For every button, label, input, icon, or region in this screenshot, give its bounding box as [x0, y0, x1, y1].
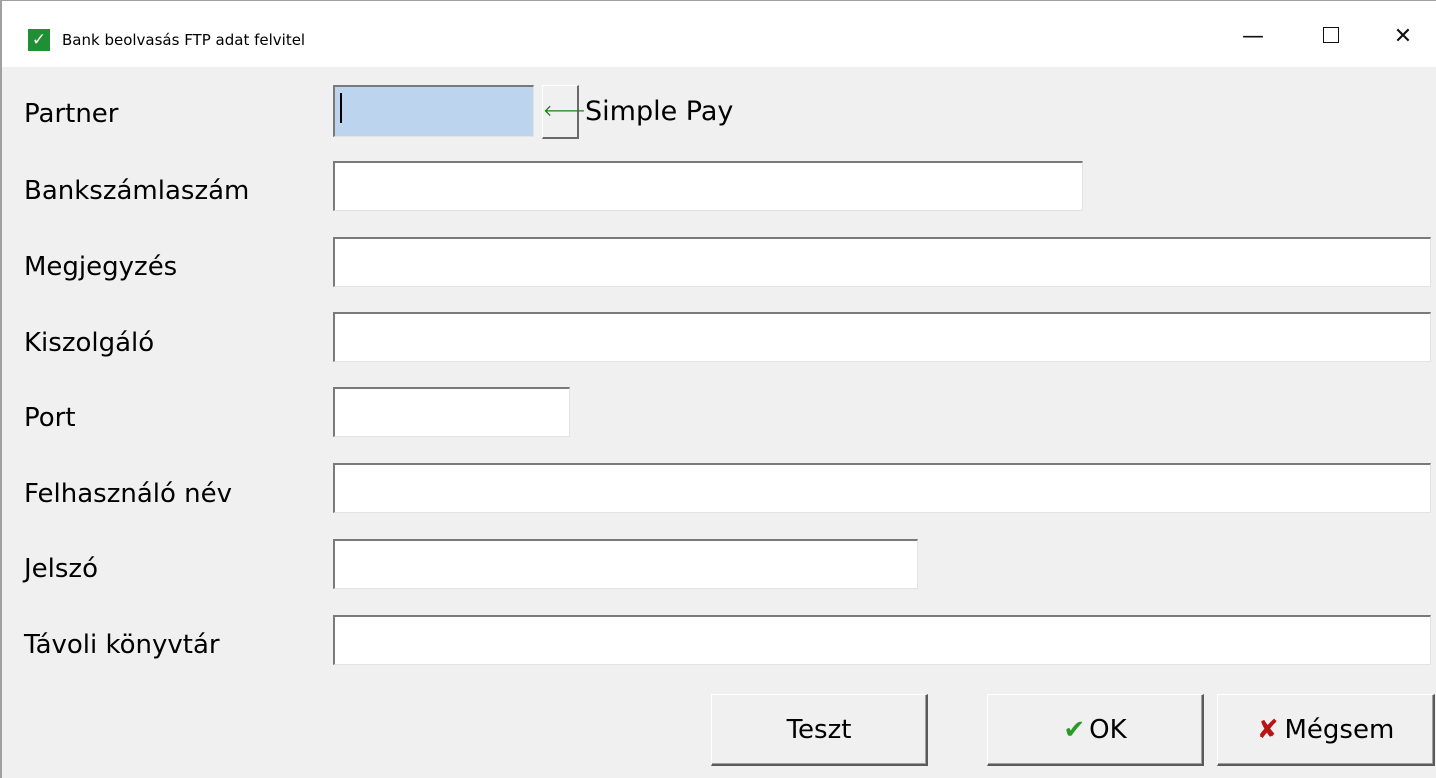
- title-bar: ✓ Bank beolvasás FTP adat felvitel — ✕: [2, 1, 1436, 67]
- cross-icon: ✘: [1256, 715, 1279, 745]
- dialog-window: ✓ Bank beolvasás FTP adat felvitel — ✕ P…: [0, 0, 1436, 778]
- port-input[interactable]: [333, 387, 570, 437]
- port-label: Port: [24, 403, 76, 433]
- ok-button-label: OK: [1089, 715, 1127, 745]
- server-label: Kiszolgáló: [24, 328, 155, 358]
- text-cursor: [340, 93, 342, 123]
- test-button[interactable]: Teszt: [711, 694, 928, 766]
- server-input[interactable]: [333, 312, 1431, 362]
- username-label: Felhasználó név: [24, 479, 233, 509]
- password-label: Jelszó: [24, 554, 98, 584]
- password-input[interactable]: [333, 539, 918, 589]
- cancel-button[interactable]: ✘ Mégsem: [1217, 694, 1435, 766]
- ok-button[interactable]: ✔ OK: [987, 694, 1204, 766]
- partner-code-input[interactable]: [333, 85, 534, 137]
- username-input[interactable]: [333, 463, 1431, 513]
- checkmark-icon: ✔: [1063, 715, 1086, 745]
- arrow-left-icon: 🡐: [543, 101, 586, 120]
- partner-label: Partner: [24, 99, 119, 129]
- note-label: Megjegyzés: [24, 252, 178, 282]
- remote-dir-label: Távoli könyvtár: [24, 630, 220, 660]
- maximize-button[interactable]: [1308, 15, 1354, 59]
- minimize-button[interactable]: —: [1230, 15, 1276, 59]
- bank-account-input[interactable]: [333, 161, 1083, 211]
- remote-dir-input[interactable]: [333, 615, 1431, 665]
- test-button-label: Teszt: [786, 715, 852, 745]
- partner-lookup-button[interactable]: 🡐: [542, 85, 586, 139]
- window-title: Bank beolvasás FTP adat felvitel: [62, 31, 306, 49]
- bank-account-label: Bankszámlaszám: [24, 176, 250, 206]
- close-button[interactable]: ✕: [1380, 15, 1426, 59]
- note-input[interactable]: [333, 237, 1431, 287]
- green-check-icon: ✓: [28, 29, 50, 51]
- maximize-icon: [1323, 27, 1339, 43]
- partner-name: Simple Pay: [585, 96, 734, 127]
- cancel-button-label: Mégsem: [1284, 715, 1395, 745]
